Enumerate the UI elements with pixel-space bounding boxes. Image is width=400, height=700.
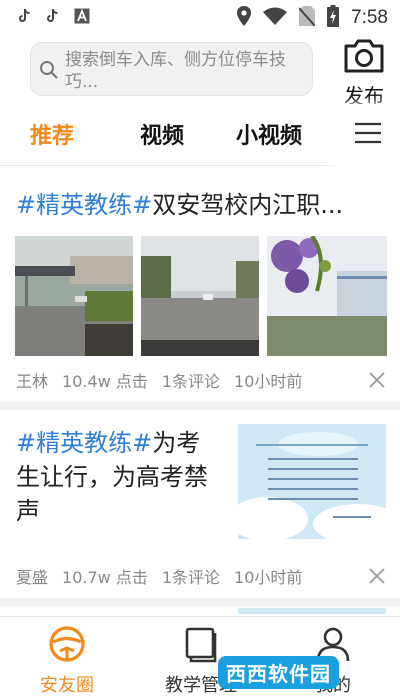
wifi-icon — [263, 7, 288, 29]
close-icon[interactable] — [368, 567, 386, 585]
site-watermark: 西西软件园 — [218, 650, 384, 694]
post-time: 10小时前 — [234, 568, 303, 587]
comment-count: 1条评论 — [161, 372, 221, 391]
thumbnail-image — [141, 236, 259, 356]
nav-label: 安友圈 — [40, 675, 94, 696]
comment-count: 1条评论 — [161, 568, 221, 587]
thumbnail-image — [238, 608, 386, 614]
item-title: #精英教练#为考生让行，为高考禁声 — [16, 426, 216, 528]
thumbnail-image — [267, 236, 387, 356]
divider — [0, 598, 400, 606]
post-time: 10小时前 — [234, 372, 303, 391]
item-meta: 夏盛 10.7w 点击 1条评论 10小时前 — [16, 564, 386, 588]
no-sim-icon — [298, 6, 316, 30]
thumbnail-image — [15, 236, 133, 356]
tab-short-video[interactable]: 小视频 — [236, 118, 302, 150]
category-tabs: 推荐 视频 小视频 1 — [0, 104, 400, 166]
tiktok-icon — [18, 8, 32, 28]
list-item[interactable]: #精英教练#为考生让行，为高考禁声 夏盛 10.7w 点击 1条评论 10小时前 — [0, 410, 400, 600]
tab-video[interactable]: 视频 — [140, 118, 184, 150]
watermark-text: 西西软件园 — [218, 655, 339, 689]
item-title: #精英教练#双安驾校内江职... — [16, 188, 386, 222]
view-count: 10.4w 点击 — [62, 372, 148, 391]
tab-menu-button[interactable] — [336, 104, 400, 166]
camera-icon — [342, 38, 386, 78]
location-icon — [237, 6, 252, 30]
topic-tag[interactable]: #精英教练# — [16, 429, 152, 457]
list-item[interactable]: #精英教练#双安驾校内江职... 王林 10.4w 点击 1条评论 10小时前 — [0, 170, 400, 398]
view-count: 10.7w 点击 — [62, 568, 148, 587]
tab-recommend[interactable]: 推荐 — [30, 118, 74, 150]
item-title-text: 双安驾校内江职... — [152, 191, 344, 219]
book-icon — [182, 625, 220, 667]
feed-list: #精英教练#双安驾校内江职... 王林 10.4w 点击 1条评论 10小时前 … — [0, 170, 400, 614]
clock: 7:58 — [351, 7, 388, 28]
search-placeholder: 搜索倒车入库、侧方位停车技巧... — [65, 50, 286, 92]
topic-tag[interactable]: #精英教练# — [16, 191, 152, 219]
divider — [0, 402, 400, 410]
search-icon — [37, 49, 61, 91]
thumbnail-image — [238, 424, 386, 539]
publish-button[interactable]: 发布 — [336, 38, 392, 108]
item-meta: 王林 10.4w 点击 1条评论 10小时前 — [16, 368, 386, 392]
search-input[interactable]: 搜索倒车入库、侧方位停车技巧... — [30, 42, 313, 96]
tiktok-icon — [46, 8, 60, 28]
search-row: 搜索倒车入库、侧方位停车技巧... 发布 — [0, 36, 400, 108]
author-name[interactable]: 王林 — [16, 368, 48, 392]
hamburger-icon — [355, 122, 381, 148]
battery-charging-icon — [327, 5, 340, 31]
app-a-icon — [74, 8, 90, 28]
status-bar: 7:58 — [0, 0, 400, 36]
nav-tab-circle[interactable]: 安友圈 — [12, 625, 122, 697]
close-icon[interactable] — [368, 371, 386, 389]
steering-wheel-icon — [48, 625, 86, 667]
author-name[interactable]: 夏盛 — [16, 564, 48, 588]
